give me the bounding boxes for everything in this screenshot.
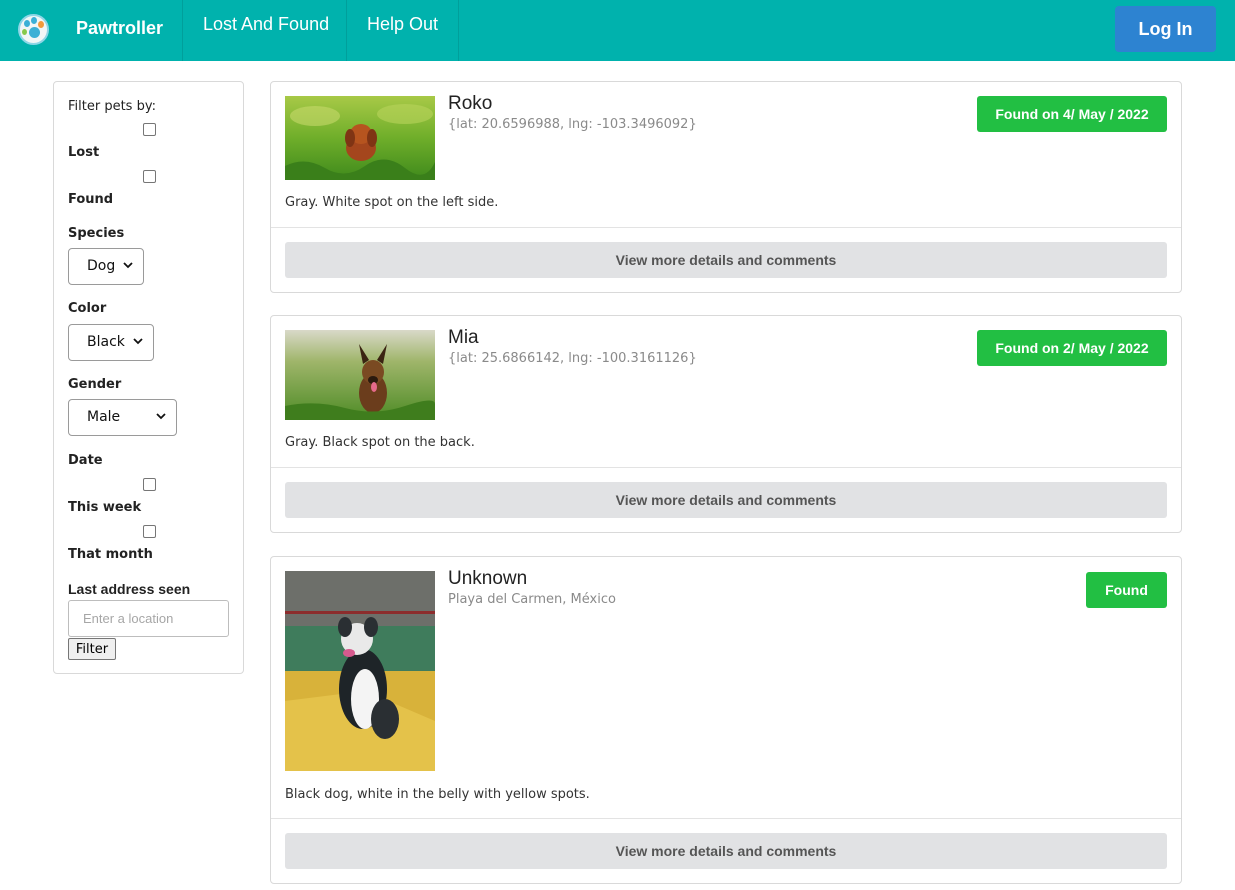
card-footer: View more details and comments xyxy=(271,227,1181,293)
dog-photo-mia[interactable] xyxy=(285,330,435,420)
status-badge: Found on 4/ May / 2022 xyxy=(977,96,1167,132)
login-button[interactable]: Log In xyxy=(1115,6,1216,52)
this-week-label: This week xyxy=(68,500,142,515)
address-label: Last address seen xyxy=(68,581,191,597)
date-label: Date xyxy=(68,453,103,468)
pet-location: {lat: 25.6866142, lng: -100.3161126} xyxy=(448,351,697,366)
pet-card: Unknown Playa del Carmen, México Found B… xyxy=(270,556,1182,884)
chevron-down-icon xyxy=(156,413,166,420)
nav-divider xyxy=(182,0,183,61)
pet-description: Gray. White spot on the left side. xyxy=(285,195,499,210)
pet-location: Playa del Carmen, México xyxy=(448,592,616,607)
this-week-checkbox[interactable] xyxy=(143,478,156,491)
dog-photo-roko[interactable] xyxy=(285,96,435,180)
filter-button[interactable]: Filter xyxy=(68,638,116,660)
gender-select[interactable]: Male xyxy=(68,399,177,436)
gender-label: Gender xyxy=(68,377,122,392)
pet-name: Roko xyxy=(448,93,493,114)
species-label: Species xyxy=(68,226,125,241)
that-month-label: That month xyxy=(68,547,153,562)
gender-select-value: Male xyxy=(87,409,121,425)
paw-logo-icon[interactable] xyxy=(18,14,49,45)
location-input[interactable] xyxy=(68,600,229,637)
top-navbar: Pawtroller Lost And Found Help Out Log I… xyxy=(0,0,1235,61)
nav-link-lost-and-found[interactable]: Lost And Found xyxy=(203,14,329,35)
color-select[interactable]: Black xyxy=(68,324,154,361)
card-footer: View more details and comments xyxy=(271,818,1181,884)
card-footer: View more details and comments xyxy=(271,467,1181,533)
pet-location: {lat: 20.6596988, lng: -103.3496092} xyxy=(448,117,697,132)
filter-heading: Filter pets by: xyxy=(68,99,156,114)
lost-checkbox[interactable] xyxy=(143,123,156,136)
nav-link-help-out[interactable]: Help Out xyxy=(367,14,438,35)
view-details-button[interactable]: View more details and comments xyxy=(285,482,1167,518)
view-details-button[interactable]: View more details and comments xyxy=(285,242,1167,278)
species-select[interactable]: Dog xyxy=(68,248,144,285)
view-details-button[interactable]: View more details and comments xyxy=(285,833,1167,869)
status-badge: Found on 2/ May / 2022 xyxy=(977,330,1167,366)
pet-name: Mia xyxy=(448,327,479,348)
pet-description: Gray. Black spot on the back. xyxy=(285,435,475,450)
dog-photo-unknown[interactable] xyxy=(285,571,435,771)
pet-card: Mia {lat: 25.6866142, lng: -100.3161126}… xyxy=(270,315,1182,533)
pet-name: Unknown xyxy=(448,568,528,589)
pet-description: Black dog, white in the belly with yello… xyxy=(285,787,590,802)
color-label: Color xyxy=(68,301,107,316)
lost-label: Lost xyxy=(68,145,100,160)
filter-panel: Filter pets by: Lost Found Species Dog C… xyxy=(53,81,244,674)
found-label: Found xyxy=(68,192,114,207)
species-select-value: Dog xyxy=(87,258,116,274)
pet-card: Roko {lat: 20.6596988, lng: -103.3496092… xyxy=(270,81,1182,293)
status-badge: Found xyxy=(1086,572,1167,608)
brand-name[interactable]: Pawtroller xyxy=(76,18,163,39)
color-select-value: Black xyxy=(87,334,125,350)
found-checkbox[interactable] xyxy=(143,170,156,183)
nav-divider xyxy=(346,0,347,61)
nav-divider xyxy=(458,0,459,61)
that-month-checkbox[interactable] xyxy=(143,525,156,538)
chevron-down-icon xyxy=(123,262,133,269)
chevron-down-icon xyxy=(133,338,143,345)
